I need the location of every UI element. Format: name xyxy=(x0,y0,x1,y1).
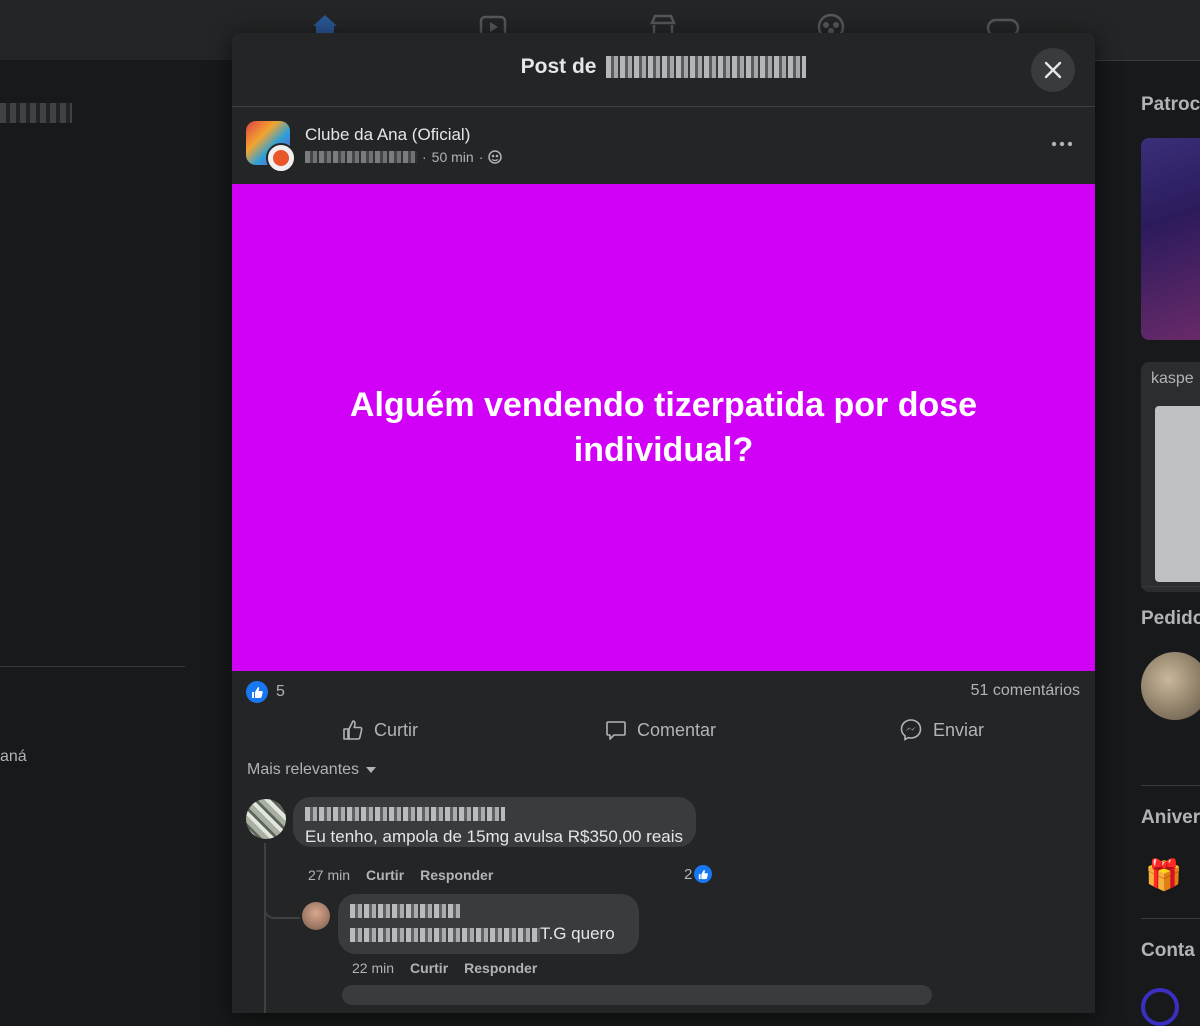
post-meta: · 50 min · xyxy=(305,149,503,165)
reply-bubble: T.G quero xyxy=(338,894,639,954)
reply-like-link[interactable]: Curtir xyxy=(410,960,448,976)
reply-time[interactable]: 22 min xyxy=(352,960,394,976)
sponsored-heading: Patroc xyxy=(1141,94,1200,115)
comment-sort-label: Mais relevantes xyxy=(247,761,360,778)
right-sidebar: Patroc kaspe Pedido Aniver 🎁 Conta xyxy=(1095,60,1200,1026)
comment-button-label: Comentar xyxy=(637,719,717,740)
comment-actions: 27 min Curtir Responder xyxy=(308,867,493,883)
comment-time[interactable]: 27 min xyxy=(308,867,350,883)
post-stats: 5 51 comentários xyxy=(232,671,1095,711)
birthdays-heading: Aniver xyxy=(1141,807,1200,828)
meta-separator: · xyxy=(422,149,427,165)
next-comment-bubble xyxy=(342,985,932,1005)
comment-text: Eu tenho, ampola de 15mg avulsa R$350,00… xyxy=(305,827,684,846)
reply-actions: 22 min Curtir Responder xyxy=(352,960,537,976)
blurred-author-name xyxy=(606,56,807,79)
comment-reply-link[interactable]: Responder xyxy=(420,867,493,883)
like-reaction-icon xyxy=(246,681,268,703)
close-icon xyxy=(1044,61,1062,79)
like-reaction-icon xyxy=(694,865,713,883)
blurred-reply-mention[interactable] xyxy=(350,927,540,942)
ad-brand-text: kaspe xyxy=(1151,370,1194,387)
like-count: 5 xyxy=(276,683,285,700)
reply-thread-line xyxy=(264,843,266,1013)
sponsored-ad-image[interactable] xyxy=(1141,138,1200,340)
blurred-commenter-name[interactable] xyxy=(305,807,505,821)
gift-icon: 🎁 xyxy=(1145,859,1183,892)
post-header: Clube da Ana (Oficial) · 50 min · xyxy=(232,107,1095,184)
right-divider xyxy=(1141,918,1200,919)
page-name[interactable]: Clube da Ana (Oficial) xyxy=(305,125,470,145)
thumbs-up-icon xyxy=(343,720,363,740)
reply-thread-branch xyxy=(264,895,300,919)
modal-title-prefix: Post de xyxy=(520,55,597,78)
reply-text-visible: T.G quero xyxy=(540,924,615,943)
comment-bubble: Eu tenho, ampola de 15mg avulsa R$350,00… xyxy=(293,797,696,847)
more-options-icon xyxy=(1051,141,1073,147)
blurred-author[interactable] xyxy=(305,151,417,163)
comment-like-link[interactable]: Curtir xyxy=(366,867,404,883)
like-button-label: Curtir xyxy=(374,719,418,740)
reaction-summary[interactable]: 5 xyxy=(246,681,285,703)
modal-title: Post de xyxy=(232,55,1095,79)
more-options-button[interactable] xyxy=(1051,135,1073,147)
left-sidebar-partial-text: aná xyxy=(0,748,27,765)
left-sidebar-divider xyxy=(0,666,185,667)
commenter-avatar[interactable] xyxy=(246,799,286,839)
comment-reaction-number: 2 xyxy=(684,865,693,883)
send-button-label: Enviar xyxy=(933,719,985,740)
contact-avatar[interactable] xyxy=(1141,988,1179,1026)
post-text-background[interactable]: Alguém vendendo tizerpatida por dose ind… xyxy=(232,184,1095,671)
post-text: Alguém vendendo tizerpatida por dose ind… xyxy=(349,385,978,469)
reply-avatar[interactable] xyxy=(302,902,330,930)
send-button[interactable]: Enviar xyxy=(899,711,984,749)
post-modal: Post de Clube da Ana (Oficial) · 50 min … xyxy=(232,33,1095,1013)
contacts-heading: Conta xyxy=(1141,940,1195,961)
close-button[interactable] xyxy=(1031,48,1075,92)
comment-button[interactable]: Comentar xyxy=(605,711,716,749)
reply-text: T.G quero xyxy=(350,924,627,944)
modal-header: Post de xyxy=(232,33,1095,107)
right-divider xyxy=(1141,586,1200,587)
like-button[interactable]: Curtir xyxy=(342,711,418,749)
meta-separator: · xyxy=(478,149,484,165)
friend-request-avatar[interactable] xyxy=(1141,652,1200,720)
comment-icon xyxy=(606,721,626,740)
page-avatar[interactable] xyxy=(246,121,296,173)
comment-reaction-count[interactable]: 2 xyxy=(684,865,713,883)
ad-product-card xyxy=(1155,406,1200,582)
author-avatar[interactable] xyxy=(266,143,296,173)
reply-reply-link[interactable]: Responder xyxy=(464,960,537,976)
sponsored-ad-kaspersky[interactable]: kaspe xyxy=(1141,362,1200,592)
blurred-replier-name[interactable] xyxy=(350,904,460,918)
comment-sort-dropdown[interactable]: Mais relevantes xyxy=(247,761,377,779)
post-time[interactable]: 50 min xyxy=(432,149,474,165)
left-sidebar xyxy=(0,60,232,1003)
friend-requests-heading: Pedido xyxy=(1141,608,1200,629)
group-audience-icon xyxy=(488,150,503,164)
messenger-icon xyxy=(900,719,922,741)
left-sidebar-blurred-item xyxy=(0,103,72,123)
comments-count[interactable]: 51 comentários xyxy=(971,682,1080,700)
post-actions: Curtir Comentar Enviar xyxy=(232,711,1095,749)
chevron-down-icon xyxy=(366,767,377,773)
right-divider xyxy=(1141,785,1200,786)
